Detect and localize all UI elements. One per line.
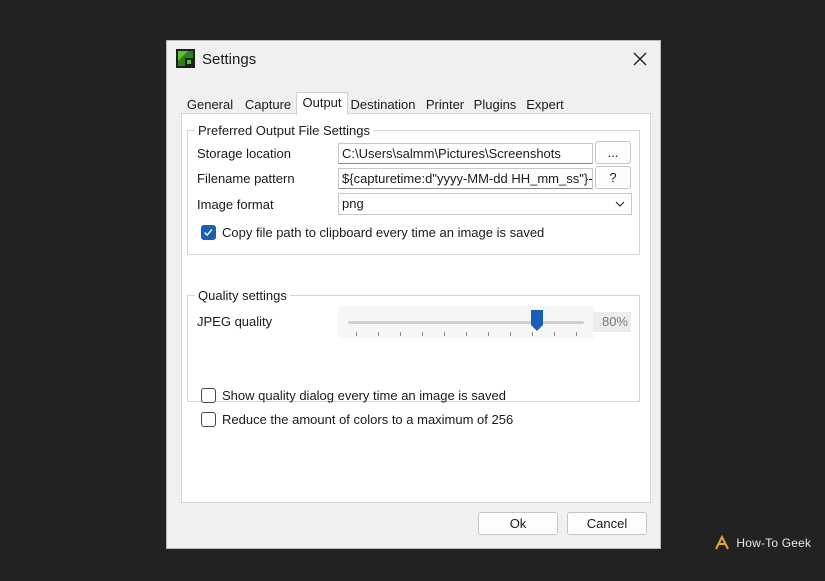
settings-window: Settings General Capture Output Destinat… [166,40,661,549]
slider-tick [356,332,357,336]
tab-capture[interactable]: Capture [241,95,295,114]
cancel-button[interactable]: Cancel [567,512,647,535]
browse-button[interactable]: ... [595,141,631,164]
slider-tick [400,332,401,336]
image-format-select[interactable]: png [338,193,632,215]
check-icon [204,229,213,237]
slider-tick [532,332,533,336]
slider-tick [488,332,489,336]
image-format-value: png [342,196,364,211]
storage-location-input[interactable]: C:\Users\salmm\Pictures\Screenshots [338,143,593,164]
chevron-down-icon [615,201,625,207]
output-tab-panel: Preferred Output File Settings Storage l… [181,113,651,503]
htg-logo-icon [715,535,729,550]
slider-track [348,321,584,324]
greenshot-icon [176,49,195,68]
jpeg-quality-value: 80% [593,312,631,332]
jpeg-quality-slider[interactable] [338,306,594,338]
close-icon[interactable] [628,47,652,71]
tab-plugins[interactable]: Plugins [472,95,518,114]
slider-tick [466,332,467,336]
slider-tick [444,332,445,336]
title-bar: Settings [167,41,660,77]
filename-help-button[interactable]: ? [595,166,631,189]
tab-destination[interactable]: Destination [349,95,417,114]
watermark: How-To Geek [714,535,811,551]
tab-output[interactable]: Output [296,92,348,115]
ok-button[interactable]: Ok [478,512,558,535]
copy-path-checkbox[interactable] [201,225,216,240]
reduce-colors-label: Reduce the amount of colors to a maximum… [222,412,514,427]
window-title: Settings [202,51,257,68]
storage-location-label: Storage location [197,146,291,161]
tab-printer[interactable]: Printer [421,95,469,114]
jpeg-quality-label: JPEG quality [197,314,273,329]
filename-pattern-input[interactable]: ${capturetime:d"yyyy-MM-dd HH_mm_ss"}- [338,168,593,189]
watermark-text: How-To Geek [736,536,812,550]
tab-general[interactable]: General [181,95,239,114]
copy-path-label: Copy file path to clipboard every time a… [222,225,545,240]
slider-thumb[interactable] [530,310,543,332]
show-quality-dialog-label: Show quality dialog every time an image … [222,388,506,403]
slider-tick [510,332,511,336]
quality-group-title: Quality settings [198,288,287,303]
slider-tick [576,332,577,336]
slider-tick [554,332,555,336]
output-group-title: Preferred Output File Settings [198,123,370,138]
filename-pattern-label: Filename pattern [197,171,295,186]
image-format-label: Image format [197,197,274,212]
slider-tick [378,332,379,336]
tab-expert[interactable]: Expert [522,95,568,114]
reduce-colors-checkbox[interactable] [201,412,216,427]
show-quality-dialog-checkbox[interactable] [201,388,216,403]
slider-tick [422,332,423,336]
